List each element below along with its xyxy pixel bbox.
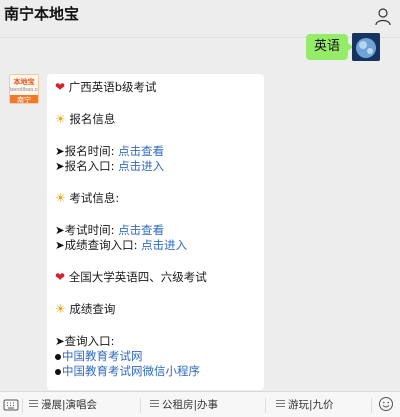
menu-divider: [265, 398, 266, 413]
menu-item-travel-hpv[interactable]: 游玩|九价: [276, 392, 334, 417]
sun-icon: ☀: [55, 112, 66, 126]
registration-time-row: ➤报名时间: 点击查看: [55, 144, 165, 158]
exam-time-link[interactable]: 点击查看: [118, 223, 164, 237]
menu-lines-icon: [150, 400, 159, 407]
brand-city-text: 南宁: [10, 95, 38, 103]
score-entry-row: ➤成绩查询入口: 点击进入: [55, 238, 188, 252]
sent-message-bubble[interactable]: 英语: [306, 34, 354, 60]
score-entry-link[interactable]: 点击进入: [141, 238, 187, 252]
reply-message-bubble: ❤ 广西英语b级考试 ☀ 报名信息 ➤报名时间: 点击查看 ➤报名入口: 点击进…: [47, 74, 264, 390]
registration-entry-link[interactable]: 点击进入: [118, 159, 164, 173]
menu-bar: 漫展|演唱会 公租房|办事 游玩|九价: [0, 391, 400, 417]
arrow-icon: ➤: [55, 334, 65, 348]
query-entry-row: ➤查询入口:: [55, 334, 115, 348]
cet46-heading: ❤ 全国大学英语四、六级考试: [55, 270, 207, 284]
sun-icon: ☀: [55, 302, 66, 316]
top-bar: 南宁本地宝: [0, 0, 400, 38]
account-title: 南宁本地宝: [4, 5, 80, 23]
user-avatar[interactable]: [352, 33, 380, 61]
menu-item-housing-services[interactable]: 公租房|办事: [150, 392, 218, 417]
cet-b-heading: ❤ 广西英语b级考试: [55, 80, 157, 94]
exam-time-row: ➤考试时间: 点击查看: [55, 223, 165, 237]
arrow-icon: ➤: [55, 238, 65, 252]
emoji-icon[interactable]: [378, 396, 394, 412]
arrow-icon: ➤: [55, 159, 65, 173]
neea-link[interactable]: 中国教育考试网: [62, 349, 143, 363]
keyboard-icon[interactable]: [3, 397, 19, 413]
official-account-avatar[interactable]: 本地宝 bendibao.com 南宁: [9, 74, 39, 104]
earth-avatar-icon: [352, 33, 380, 61]
registration-time-link[interactable]: 点击查看: [118, 144, 164, 158]
arrow-icon: ➤: [55, 144, 65, 158]
menu-lines-icon: [29, 400, 38, 407]
exam-info-heading: ☀ 考试信息:: [55, 191, 120, 205]
registration-info-heading: ☀ 报名信息: [55, 112, 116, 126]
neea-miniprogram-link[interactable]: 中国教育考试网微信小程序: [62, 364, 200, 378]
profile-icon[interactable]: [375, 8, 391, 26]
arrow-icon: ➤: [55, 223, 65, 237]
heart-icon: ❤: [55, 270, 66, 284]
score-query-heading: ☀ 成绩查询: [55, 302, 116, 316]
menu-lines-icon: [276, 400, 285, 407]
bullet-icon: [55, 368, 61, 375]
neea-link-row: 中国教育考试网: [55, 349, 256, 364]
menu-divider: [371, 398, 372, 413]
registration-entry-row: ➤报名入口: 点击进入: [55, 159, 165, 173]
heart-icon: ❤: [55, 80, 66, 94]
menu-divider: [22, 398, 23, 413]
sun-icon: ☀: [55, 191, 66, 205]
neea-miniprogram-link-row: 中国教育考试网微信小程序: [55, 364, 256, 379]
brand-domain-text: bendibao.com: [10, 87, 38, 93]
menu-item-comics-concerts[interactable]: 漫展|演唱会: [29, 392, 97, 417]
bullet-icon: [55, 353, 61, 360]
menu-divider: [140, 398, 141, 413]
brand-logo-text: 本地宝: [13, 78, 35, 86]
